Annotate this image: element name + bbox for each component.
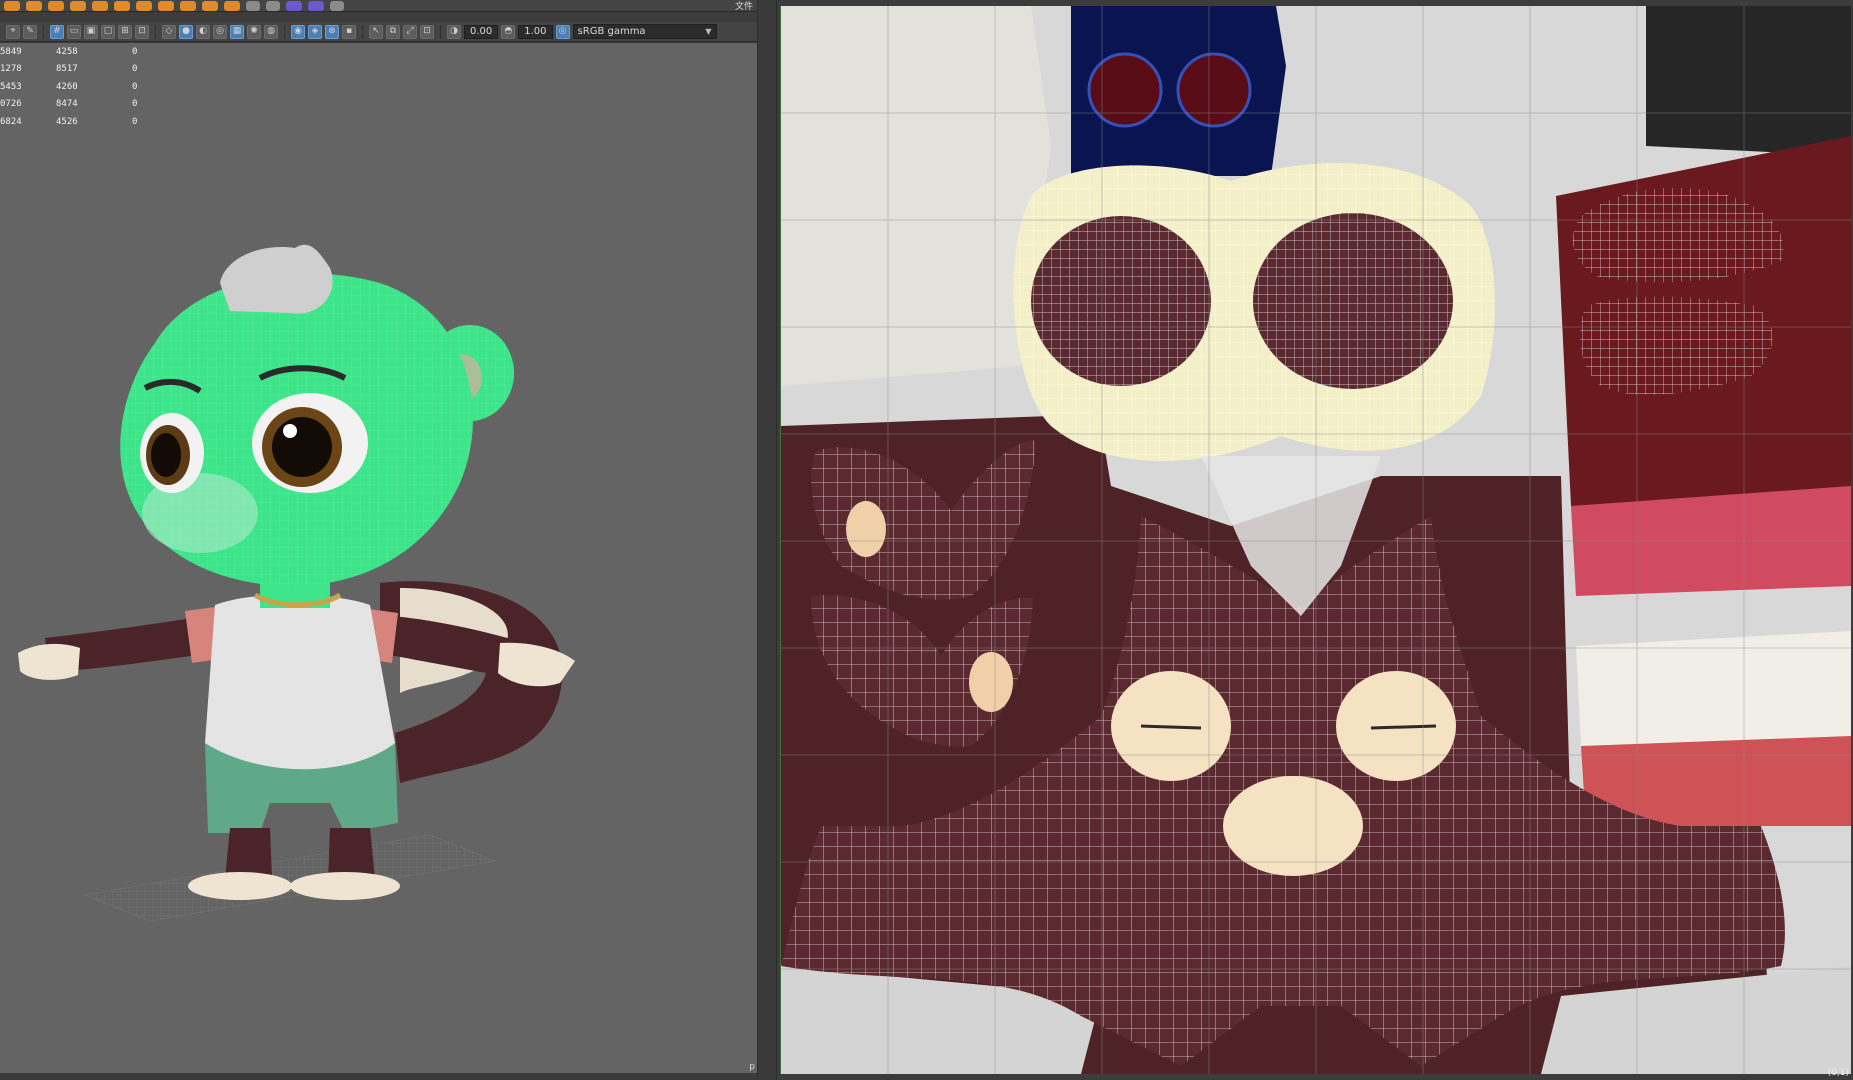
motion-blur-icon[interactable]: ◍	[264, 24, 278, 39]
uv-editor-panel: (0,1)	[777, 0, 1853, 1080]
text-icon[interactable]	[224, 0, 240, 11]
ground-grid	[83, 834, 497, 922]
ik-icon[interactable]	[308, 0, 324, 11]
right-eye-highlight	[283, 424, 297, 438]
camera-icon[interactable]	[266, 0, 280, 11]
pipe-icon[interactable]	[136, 0, 152, 11]
wireframe-icon[interactable]: ◇	[162, 24, 176, 39]
color-management-icon[interactable]: ◎	[555, 24, 570, 39]
exposure-field[interactable]: 0.00	[464, 24, 499, 39]
textured-icon[interactable]: ◐	[196, 24, 210, 39]
skunk-character-model[interactable]	[0, 43, 757, 1078]
torus-icon[interactable]	[114, 0, 130, 11]
chevron-down-icon: ▼	[705, 27, 712, 36]
shirt-mesh	[205, 594, 395, 775]
light-icon[interactable]	[286, 0, 302, 11]
cube-icon[interactable]	[26, 0, 42, 11]
frame-selected-icon[interactable]: ⊡	[420, 24, 434, 39]
viewport-corner-label: p	[749, 1062, 755, 1072]
field-chart-icon[interactable]: ⊞	[118, 24, 132, 39]
bookmark-icon[interactable]: ↖	[369, 24, 383, 39]
color-space-value: sRGB gamma	[577, 26, 646, 37]
exposure-icon[interactable]: ◑	[447, 24, 461, 39]
ear-inner-texture-top	[846, 501, 886, 557]
color-space-dropdown[interactable]: sRGB gamma ▼	[572, 24, 717, 39]
xray-icon[interactable]: ◈	[308, 24, 322, 39]
curve-icon[interactable]	[330, 0, 344, 11]
select-camera-icon[interactable]: ⌖	[6, 24, 20, 39]
shadows-icon[interactable]: ▦	[230, 24, 244, 39]
closed-eye-left	[1140, 724, 1202, 730]
isolate-select-icon[interactable]: ◉	[291, 24, 305, 39]
eye-texture-left	[1087, 52, 1163, 128]
camera-frame-icon[interactable]: ⧉	[386, 24, 400, 39]
toolbar-separator	[362, 24, 363, 39]
white-fur-texture	[781, 6, 1051, 386]
shelf-label[interactable]: 文件	[735, 0, 753, 12]
3d-viewport[interactable]: 5849 4258 0 1278 8517 0 5453 4260 0 0726…	[0, 43, 757, 1078]
frame-all-icon[interactable]: ⤢	[403, 24, 417, 39]
dark-texture-region	[1646, 6, 1851, 156]
gamma-field[interactable]: 1.00	[518, 24, 553, 39]
viewport-bottom-bar	[0, 1073, 757, 1080]
left-hand-mesh	[18, 643, 80, 680]
safe-action-icon[interactable]: ⊡	[135, 24, 149, 39]
cone-icon[interactable]	[70, 0, 86, 11]
plane-icon[interactable]	[92, 0, 108, 11]
viewport-toolbar: ⌖ ✎ # ▭ ▣ ▢ ⊞ ⊡ ◇ ● ◐ ◎ ▦ ✺ ◍ ◉ ◈ ⊗ ▪ ↖ …	[0, 22, 757, 42]
right-foot-mesh	[290, 872, 400, 900]
film-gate-icon[interactable]: ▭	[67, 24, 81, 39]
camera-attr-icon[interactable]: ✎	[23, 24, 37, 39]
toolbar-separator	[155, 24, 156, 39]
svg-icon[interactable]	[246, 0, 260, 11]
hair-tuft-mesh	[220, 244, 333, 314]
toolbar-separator	[43, 24, 44, 39]
ambient-occlusion-icon[interactable]: ✺	[247, 24, 261, 39]
helix-icon[interactable]	[158, 0, 174, 11]
panel-splitter[interactable]	[757, 0, 777, 1080]
uv-coordinate-readout: (0,1)	[1827, 1068, 1849, 1078]
left-eye-pupil	[151, 433, 181, 477]
left-leg-mesh	[225, 828, 272, 878]
sphere-icon[interactable]	[4, 0, 20, 11]
smooth-shade-icon[interactable]: ●	[179, 24, 193, 39]
closed-eye-right	[1370, 724, 1437, 730]
toolbar-separator	[440, 24, 441, 39]
right-hand-mesh	[498, 642, 575, 687]
uv-texture-canvas[interactable]	[780, 6, 1851, 1074]
right-eye-pupil	[272, 417, 332, 477]
muzzle-patch	[1223, 776, 1363, 876]
shelf-strip: 文件	[0, 0, 757, 12]
eye-texture-right	[1176, 52, 1252, 128]
gate-mask-icon[interactable]: ▢	[101, 24, 115, 39]
gamma-icon[interactable]: ◓	[501, 24, 516, 39]
ear-inner-texture-bottom	[969, 652, 1013, 712]
lights-icon[interactable]: ◎	[213, 24, 227, 39]
toolbar-separator	[284, 24, 285, 39]
cylinder-icon[interactable]	[48, 0, 64, 11]
gear-icon[interactable]	[180, 0, 196, 11]
left-foot-mesh	[188, 872, 292, 900]
grid-icon[interactable]: #	[50, 24, 64, 39]
xray-joints-icon[interactable]: ⊗	[325, 24, 339, 39]
image-plane-icon[interactable]: ▪	[342, 24, 356, 39]
resolution-gate-icon[interactable]: ▣	[84, 24, 98, 39]
soccer-icon[interactable]	[202, 0, 218, 11]
right-leg-mesh	[328, 828, 375, 878]
eye-socket-wire-left	[1031, 216, 1211, 386]
